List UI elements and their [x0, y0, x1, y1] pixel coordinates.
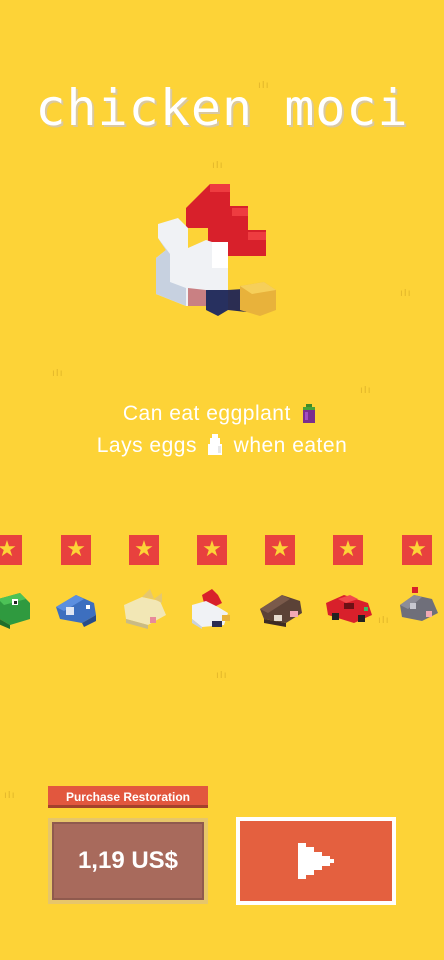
yellow-cat-character-icon[interactable]	[120, 585, 170, 631]
star-icon: ★	[61, 535, 91, 565]
play-button[interactable]	[236, 817, 396, 905]
character-title: chicken moci	[35, 79, 409, 137]
gray-mouse-character-icon[interactable]	[394, 585, 444, 631]
grass-decoration: ıIı	[400, 288, 412, 299]
purchase-restoration-button[interactable]: Purchase Restoration	[48, 786, 208, 808]
character-carousel[interactable]	[0, 585, 444, 635]
blue-bird-character-icon[interactable]	[52, 585, 102, 631]
grass-decoration: ıIı	[52, 368, 64, 379]
chicken-character-icon	[156, 184, 276, 316]
star-icon: ★	[197, 535, 227, 565]
chicken-character-icon[interactable]	[188, 585, 238, 631]
grass-decoration: ıIı	[212, 160, 224, 171]
brown-mole-character-icon[interactable]	[256, 585, 306, 631]
ability-line-1: Can eat eggplant	[0, 402, 444, 426]
star-icon: ★	[0, 535, 22, 565]
ability-text: when eaten	[233, 434, 348, 457]
play-icon	[298, 843, 334, 879]
grass-decoration: ıIı	[4, 790, 16, 801]
purchase-price-button[interactable]: 1,19 US$	[48, 818, 208, 904]
price-label: 1,19 US$	[52, 822, 204, 900]
egg-icon	[208, 434, 223, 455]
ability-line-2: Lays eggs when eaten	[0, 434, 444, 458]
eggplant-icon	[303, 404, 316, 423]
star-icon: ★	[129, 535, 159, 565]
star-icon: ★	[265, 535, 295, 565]
star-icon: ★	[402, 535, 432, 565]
grass-decoration: ıIı	[216, 670, 228, 681]
star-icon: ★	[333, 535, 363, 565]
ability-text: Lays eggs	[96, 434, 197, 457]
green-frog-character-icon[interactable]	[0, 585, 40, 631]
ability-text: Can eat eggplant	[122, 402, 291, 425]
red-car-character-icon[interactable]	[324, 585, 374, 631]
star-row: ★ ★ ★ ★ ★ ★ ★	[0, 535, 444, 571]
grass-decoration: ıIı	[360, 385, 372, 396]
